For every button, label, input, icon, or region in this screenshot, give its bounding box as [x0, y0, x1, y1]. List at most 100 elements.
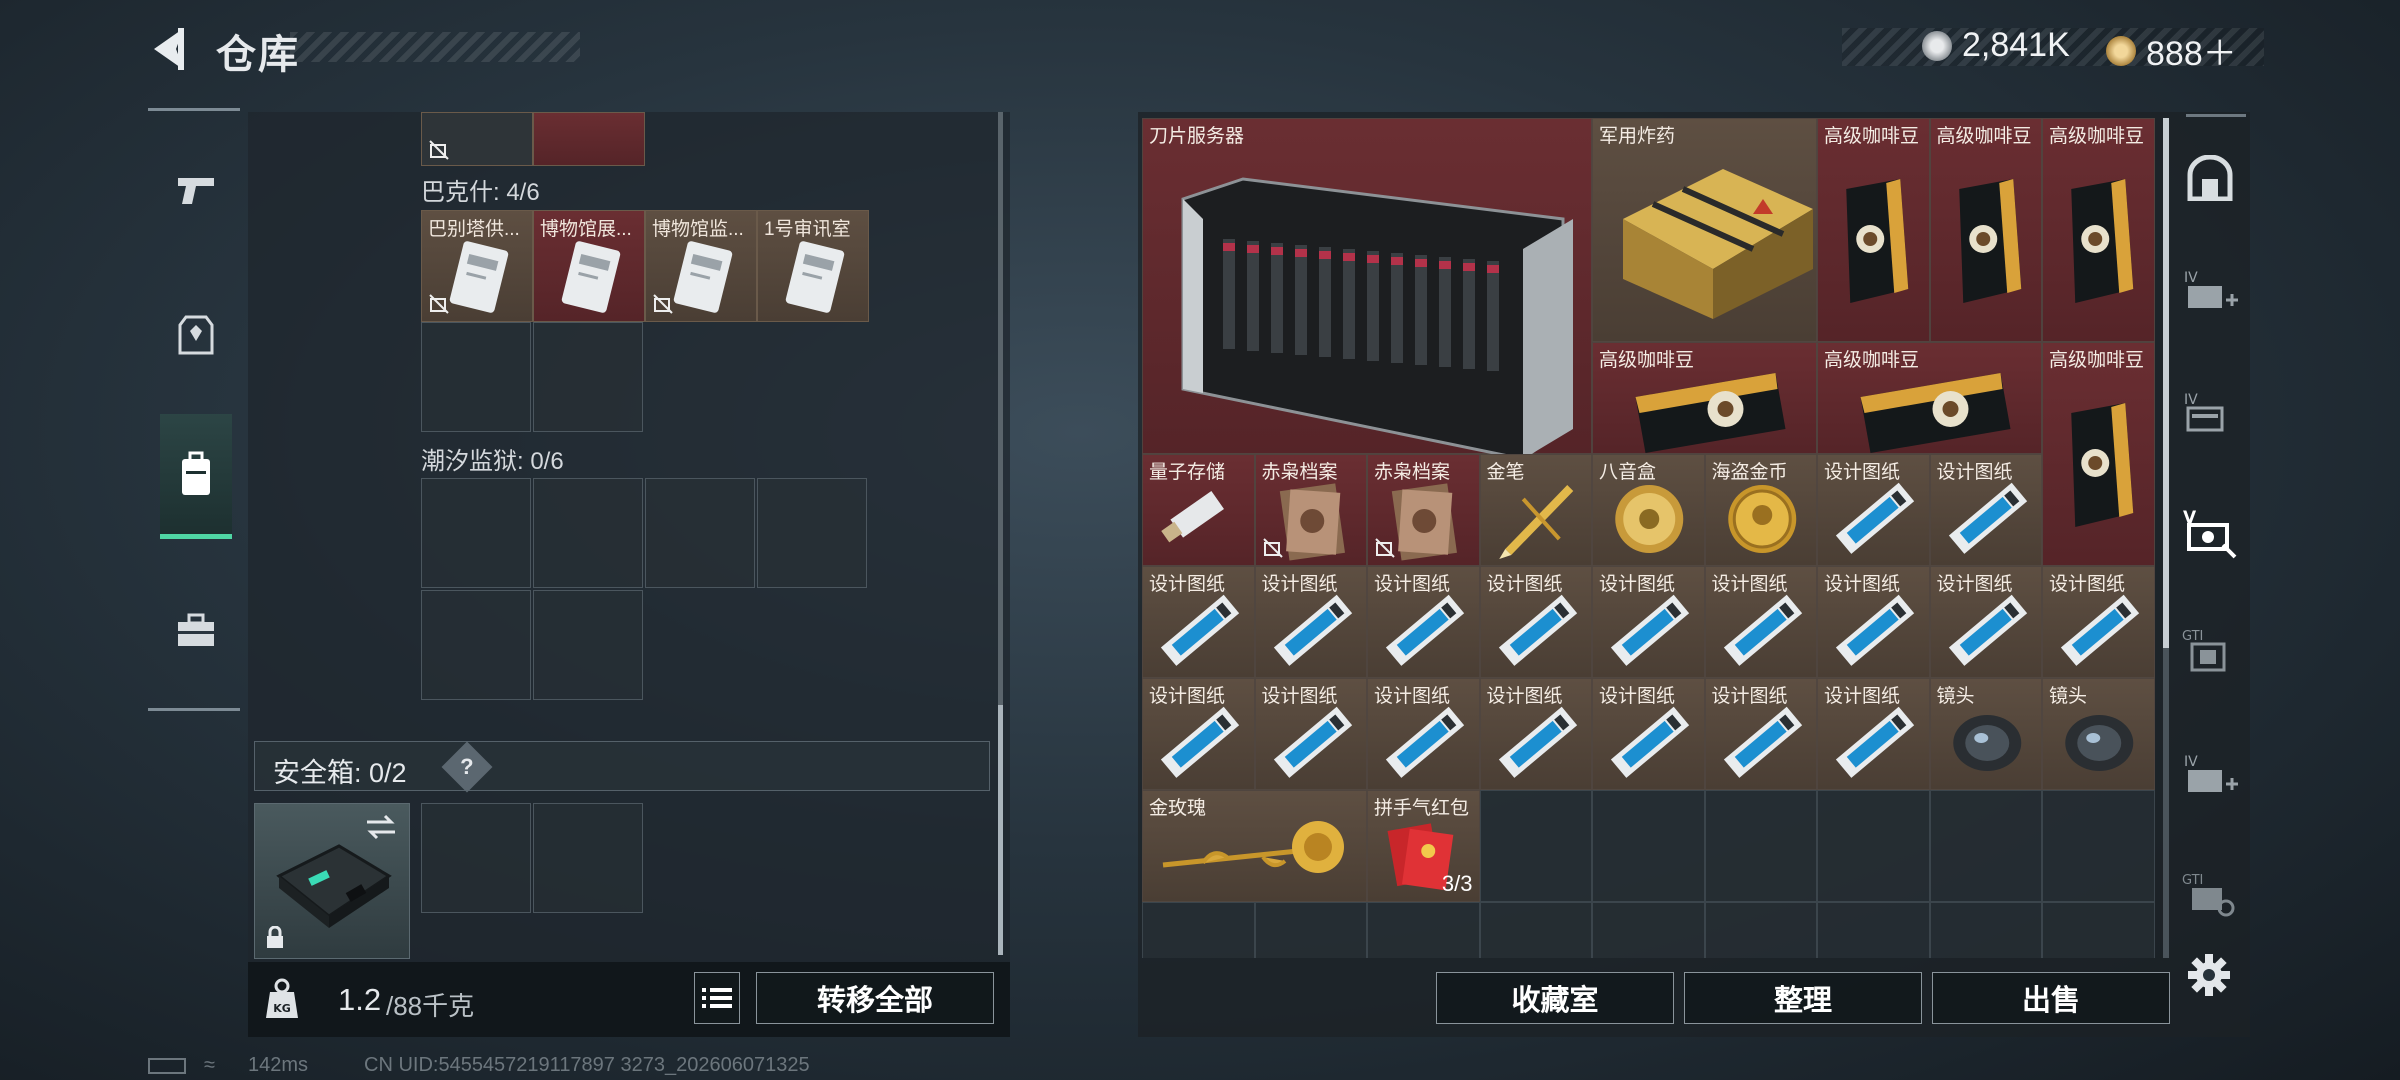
stash-item[interactable]: 赤枭档案: [1254, 454, 1367, 566]
no-bind-icon: [1375, 538, 1395, 558]
item-name: 设计图纸: [1711, 574, 1788, 595]
stash-empty-slot[interactable]: [1704, 790, 1817, 902]
stash-item[interactable]: 设计图纸: [1254, 566, 1367, 678]
tide-empty-slot[interactable]: [645, 478, 755, 588]
rnav-backpack-tab[interactable]: [2176, 138, 2244, 218]
key-card-item[interactable]: 博物馆展...: [533, 210, 645, 322]
item-name: 设计图纸: [1149, 574, 1226, 595]
stash-empty-slot[interactable]: [1479, 790, 1592, 902]
stash-item[interactable]: 设计图纸: [1367, 566, 1480, 678]
partial-item-2[interactable]: [533, 112, 645, 166]
stash-item[interactable]: 拼手气红包 3/3: [1367, 790, 1480, 902]
stash-item[interactable]: 设计图纸: [1704, 566, 1817, 678]
stash-item[interactable]: 设计图纸: [1817, 678, 1930, 790]
stash-item[interactable]: 设计图纸: [1142, 678, 1255, 790]
stash-item[interactable]: 海盗金币: [1704, 454, 1817, 566]
stash-item[interactable]: 设计图纸: [1479, 566, 1592, 678]
stash-item[interactable]: 设计图纸: [2042, 566, 2155, 678]
sell-button[interactable]: 出售: [1932, 972, 2170, 1024]
tide-empty-slot[interactable]: [421, 478, 531, 588]
stash-item[interactable]: 镜头: [1929, 678, 2042, 790]
stash-item[interactable]: 设计图纸: [1929, 454, 2042, 566]
stash-item[interactable]: 设计图纸: [1817, 454, 1930, 566]
stash-item[interactable]: 金笔: [1479, 454, 1592, 566]
stash-empty-slot[interactable]: [1929, 902, 2042, 958]
help-icon[interactable]: ?: [441, 741, 493, 793]
rnav-case-iv-add-2[interactable]: IV: [2176, 736, 2244, 816]
stash-empty-slot[interactable]: [1817, 790, 1930, 902]
safe-box-container[interactable]: [254, 803, 410, 959]
stash-item[interactable]: 设计图纸: [1817, 566, 1930, 678]
stash-scrollbar-thumb[interactable]: [2163, 118, 2169, 648]
stash-item[interactable]: 高级咖啡豆: [2042, 342, 2155, 566]
stash-item[interactable]: 设计图纸: [1592, 566, 1705, 678]
tide-empty-slot[interactable]: [533, 590, 643, 700]
rnav-case-gti[interactable]: GTI: [2176, 612, 2244, 692]
transfer-all-button[interactable]: 转移全部: [756, 972, 994, 1024]
stash-item[interactable]: 高级咖啡豆: [2042, 118, 2155, 342]
rnav-case-gti-2[interactable]: GTI: [2176, 856, 2244, 936]
safe-box-slot[interactable]: [533, 803, 643, 913]
safe-box-slot[interactable]: [421, 803, 531, 913]
stash-item[interactable]: 高级咖啡豆: [1929, 118, 2042, 342]
stash-item[interactable]: 高级咖啡豆: [1592, 342, 1817, 454]
rnav-case-v-active[interactable]: V: [2176, 492, 2244, 572]
collection-room-button[interactable]: 收藏室: [1436, 972, 1674, 1024]
bakesh-empty-slot[interactable]: [421, 322, 531, 432]
back-arrow-icon[interactable]: [148, 24, 192, 74]
swap-icon[interactable]: [365, 814, 397, 840]
nav-backpack[interactable]: [160, 414, 232, 539]
item-name: 设计图纸: [1261, 574, 1338, 595]
stash-empty-slot[interactable]: [1254, 902, 1367, 958]
gold-currency[interactable]: 888＋: [2106, 26, 2237, 75]
tide-empty-slot[interactable]: [757, 478, 867, 588]
left-scrollbar-thumb[interactable]: [998, 705, 1003, 955]
stash-empty-slot[interactable]: [2042, 902, 2155, 958]
rnav-case-iv-add[interactable]: IV: [2176, 252, 2244, 332]
stash-item[interactable]: 高级咖啡豆: [1817, 342, 2042, 454]
nav-toolbox[interactable]: [160, 570, 232, 690]
stash-item[interactable]: 金玫瑰: [1142, 790, 1367, 902]
stash-item[interactable]: 量子存储: [1142, 454, 1255, 566]
rnav-case-iv[interactable]: IV: [2176, 374, 2244, 454]
partial-item-1[interactable]: [421, 112, 533, 166]
stash-item[interactable]: 八音盒: [1592, 454, 1705, 566]
key-card-item[interactable]: 巴别塔供...: [421, 210, 533, 322]
key-card-item[interactable]: 博物馆监...: [645, 210, 757, 322]
stash-empty-slot[interactable]: [1592, 790, 1705, 902]
stash-item[interactable]: 设计图纸: [1254, 678, 1367, 790]
settings-button[interactable]: [2186, 952, 2232, 1003]
stash-item[interactable]: 镜头: [2042, 678, 2155, 790]
stash-empty-slot[interactable]: [1592, 902, 1705, 958]
stash-empty-slot[interactable]: [1142, 902, 1255, 958]
stash-item[interactable]: 设计图纸: [1479, 678, 1592, 790]
stash-empty-slot[interactable]: [1817, 902, 1930, 958]
nav-armor[interactable]: [160, 275, 232, 395]
stash-empty-slot[interactable]: [1704, 902, 1817, 958]
stash-item[interactable]: 军用炸药: [1592, 118, 1817, 342]
no-bind-icon: [1262, 538, 1283, 558]
item-name: 博物馆展...: [540, 219, 632, 240]
sort-button[interactable]: 整理: [1684, 972, 1922, 1024]
key-card-item[interactable]: 1号审讯室: [757, 210, 869, 322]
stash-item[interactable]: 高级咖啡豆: [1817, 118, 1930, 342]
stash-empty-slot[interactable]: [1929, 790, 2042, 902]
item-name: 赤枭档案: [1261, 462, 1338, 483]
tide-empty-slot[interactable]: [533, 478, 643, 588]
item-name: 设计图纸: [1936, 574, 2013, 595]
nav-weapons[interactable]: [160, 130, 232, 250]
stash-item[interactable]: 设计图纸: [1367, 678, 1480, 790]
stash-item[interactable]: 设计图纸: [1592, 678, 1705, 790]
stash-empty-slot[interactable]: [2042, 790, 2155, 902]
stash-empty-slot[interactable]: [1479, 902, 1592, 958]
bakesh-empty-slot[interactable]: [533, 322, 643, 432]
key-card-icon: [449, 241, 509, 313]
tide-empty-slot[interactable]: [421, 590, 531, 700]
stash-empty-slot[interactable]: [1367, 902, 1480, 958]
stash-item[interactable]: 设计图纸: [1142, 566, 1255, 678]
list-view-button[interactable]: [694, 972, 740, 1024]
stash-item[interactable]: 设计图纸: [1929, 566, 2042, 678]
stash-item[interactable]: 设计图纸: [1704, 678, 1817, 790]
stash-item[interactable]: 刀片服务器: [1142, 118, 1592, 461]
stash-item[interactable]: 赤枭档案: [1367, 454, 1480, 566]
